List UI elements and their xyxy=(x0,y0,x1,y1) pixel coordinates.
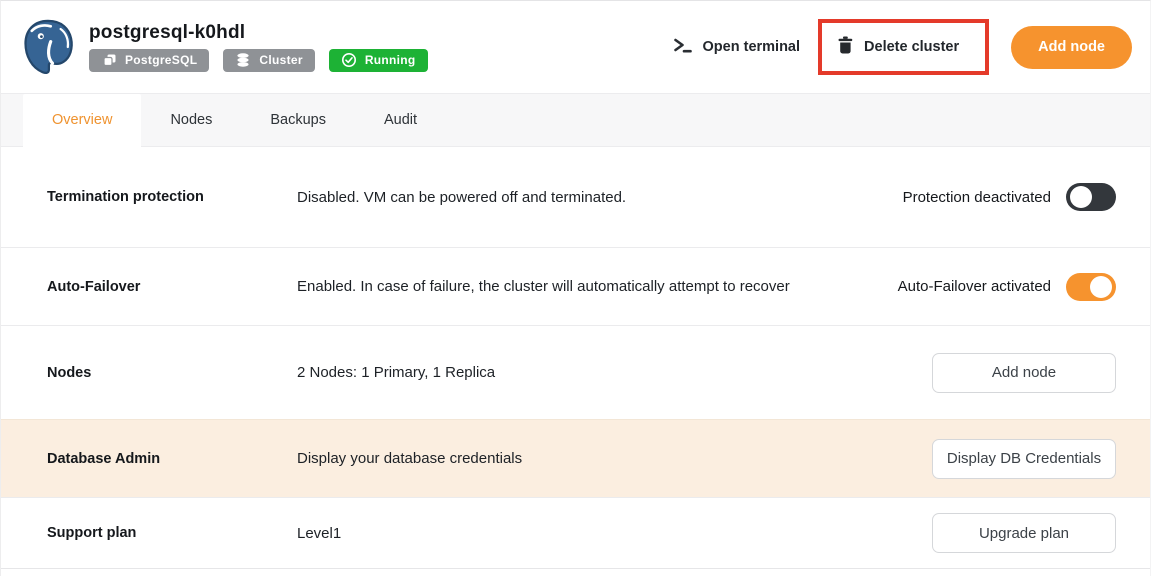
toggle-knob xyxy=(1090,276,1112,298)
badge-label: PostgreSQL xyxy=(125,53,197,67)
header-actions: Open terminal Delete cluster Add node xyxy=(672,19,1132,75)
open-terminal-button[interactable]: Open terminal xyxy=(672,35,801,59)
header-left: postgresql-k0hdl PostgreSQL xyxy=(21,18,428,76)
database-icon xyxy=(235,52,251,68)
row-nodes: Nodes 2 Nodes: 1 Primary, 1 Replica Add … xyxy=(1,325,1150,419)
tab-overview[interactable]: Overview xyxy=(23,94,141,147)
row-control: Display DB Credentials xyxy=(932,439,1116,479)
row-label: Nodes xyxy=(47,365,297,381)
tab-backups[interactable]: Backups xyxy=(241,94,355,146)
copy-icon xyxy=(101,52,117,68)
bottom-divider xyxy=(1,568,1150,576)
row-label: Auto-Failover xyxy=(47,279,297,295)
add-node-row-button[interactable]: Add node xyxy=(932,353,1116,393)
display-db-credentials-button[interactable]: Display DB Credentials xyxy=(932,439,1116,479)
row-description: Level1 xyxy=(297,525,932,542)
terminal-icon xyxy=(672,35,693,59)
badges: PostgreSQL Cluster xyxy=(89,49,428,72)
badge-label: Running xyxy=(365,53,416,67)
badge-label: Cluster xyxy=(259,53,302,67)
toggle-status-text: Auto-Failover activated xyxy=(898,278,1051,295)
status-badge-running: Running xyxy=(329,49,428,72)
page-title: postgresql-k0hdl xyxy=(89,23,428,42)
toggle-status-text: Protection deactivated xyxy=(903,189,1051,206)
tab-nodes[interactable]: Nodes xyxy=(141,94,241,146)
add-node-button[interactable]: Add node xyxy=(1011,26,1132,69)
header: postgresql-k0hdl PostgreSQL xyxy=(1,1,1150,93)
delete-cluster-button[interactable]: Delete cluster xyxy=(836,35,959,59)
row-description: 2 Nodes: 1 Primary, 1 Replica xyxy=(297,364,932,381)
title-block: postgresql-k0hdl PostgreSQL xyxy=(89,23,428,72)
row-control: Upgrade plan xyxy=(932,513,1116,553)
settings-rows: Termination protection Disabled. VM can … xyxy=(1,147,1150,576)
check-circle-icon xyxy=(341,52,357,68)
badge-cluster: Cluster xyxy=(223,49,314,72)
row-description: Display your database credentials xyxy=(297,450,932,467)
toggle-knob xyxy=(1070,186,1092,208)
row-description: Enabled. In case of failure, the cluster… xyxy=(297,278,898,295)
row-control: Add node xyxy=(932,353,1116,393)
auto-failover-toggle[interactable] xyxy=(1066,273,1116,301)
row-support-plan: Support plan Level1 Upgrade plan xyxy=(1,497,1150,568)
termination-protection-toggle[interactable] xyxy=(1066,183,1116,211)
row-auto-failover: Auto-Failover Enabled. In case of failur… xyxy=(1,247,1150,325)
badge-postgresql: PostgreSQL xyxy=(89,49,209,72)
delete-cluster-label: Delete cluster xyxy=(864,39,959,55)
cluster-overview-page: postgresql-k0hdl PostgreSQL xyxy=(0,0,1151,576)
trash-icon xyxy=(836,35,854,59)
row-database-admin: Database Admin Display your database cre… xyxy=(1,419,1150,497)
row-label: Support plan xyxy=(47,525,297,541)
tab-bar: Overview Nodes Backups Audit xyxy=(1,93,1150,147)
tab-audit[interactable]: Audit xyxy=(355,94,446,146)
postgresql-logo-icon xyxy=(21,18,75,76)
row-control: Protection deactivated xyxy=(903,183,1116,211)
red-annotation-rectangle: Delete cluster xyxy=(818,19,989,75)
row-label: Database Admin xyxy=(47,451,297,467)
row-control: Auto-Failover activated xyxy=(898,273,1116,301)
row-termination-protection: Termination protection Disabled. VM can … xyxy=(1,147,1150,247)
upgrade-plan-button[interactable]: Upgrade plan xyxy=(932,513,1116,553)
row-description: Disabled. VM can be powered off and term… xyxy=(297,189,903,206)
open-terminal-label: Open terminal xyxy=(703,39,801,55)
row-label: Termination protection xyxy=(47,189,297,205)
